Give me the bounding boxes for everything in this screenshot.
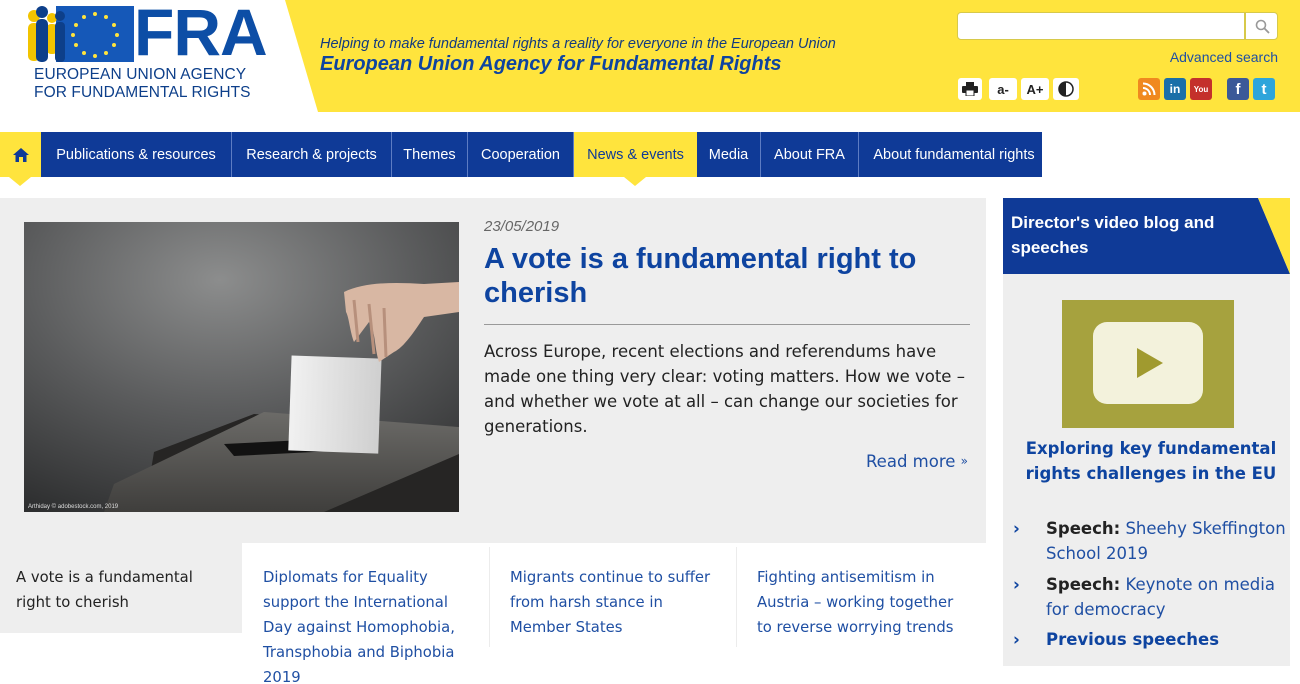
speech-prefix: Speech: xyxy=(1046,519,1121,538)
contrast-icon xyxy=(1058,81,1074,97)
nav-publications[interactable]: Publications & resources xyxy=(41,132,232,177)
nav-home[interactable] xyxy=(0,132,41,177)
tab-divider xyxy=(489,547,490,647)
youtube-icon[interactable]: You xyxy=(1190,78,1212,100)
story-tabs: A vote is a fundamental right to cherish… xyxy=(0,543,986,684)
tab-story-4[interactable]: Fighting antisemitism in Austria – worki… xyxy=(741,543,983,684)
eu-flag-people-icon xyxy=(28,6,134,62)
nav-news-events[interactable]: News & events xyxy=(574,132,697,177)
feature-image[interactable]: Arthiday © adobestock.com, 2019 xyxy=(24,222,459,512)
tab-divider xyxy=(736,547,737,647)
story-summary: Across Europe, recent elections and refe… xyxy=(484,342,965,436)
home-pointer xyxy=(9,177,31,186)
rss-icon[interactable] xyxy=(1138,78,1160,100)
advanced-search-link[interactable]: Advanced search xyxy=(1170,49,1278,65)
facebook-icon[interactable]: f xyxy=(1227,78,1249,100)
image-credit: Arthiday © adobestock.com, 2019 xyxy=(28,504,119,510)
font-smaller-button[interactable]: a- xyxy=(989,78,1017,100)
nav-media[interactable]: Media xyxy=(697,132,761,177)
nav-cooperation[interactable]: Cooperation xyxy=(468,132,574,177)
twitter-icon[interactable]: t xyxy=(1253,78,1275,100)
nav-research[interactable]: Research & projects xyxy=(232,132,392,177)
nav-themes[interactable]: Themes xyxy=(392,132,468,177)
logo-line-1: EUROPEAN UNION AGENCY xyxy=(34,66,247,83)
chevron-right-icon: › xyxy=(1013,630,1020,649)
read-more-label: Read more xyxy=(865,452,956,471)
contrast-button[interactable] xyxy=(1053,78,1079,100)
main-navigation: Publications & resources Research & proj… xyxy=(0,132,1300,186)
chevron-right-icon: › xyxy=(1013,575,1020,594)
search-icon xyxy=(1255,19,1270,34)
linkedin-icon[interactable]: in xyxy=(1164,78,1186,100)
tab-story-1[interactable]: A vote is a fundamental right to cherish xyxy=(0,543,242,633)
story-date: 23/05/2019 xyxy=(484,218,560,235)
play-icon xyxy=(1093,322,1203,404)
print-button[interactable] xyxy=(958,78,982,100)
logo-wordmark: FRA xyxy=(134,0,268,69)
story-headline[interactable]: A vote is a fundamental right to cherish xyxy=(484,242,964,310)
nav-about-fra[interactable]: About FRA xyxy=(761,132,859,177)
nav-about-rights[interactable]: About fundamental rights xyxy=(859,132,1049,177)
logo-line-2: FOR FUNDAMENTAL RIGHTS xyxy=(34,84,251,101)
rss-glyph xyxy=(1142,82,1156,96)
video-thumbnail[interactable] xyxy=(1062,300,1234,428)
site-header: FRA EUROPEAN UNION AGENCY FOR FUNDAMENTA… xyxy=(0,0,1300,112)
previous-speeches-link[interactable]: Previous speeches xyxy=(1046,627,1286,652)
search-button[interactable] xyxy=(1245,12,1278,40)
search-input[interactable] xyxy=(957,12,1245,40)
site-tagline: Helping to make fundamental rights a rea… xyxy=(320,36,836,52)
active-pointer xyxy=(624,177,646,186)
headline-divider xyxy=(484,324,970,325)
featured-story: Arthiday © adobestock.com, 2019 23/05/20… xyxy=(0,198,986,543)
tab-story-2[interactable]: Diplomats for Equality support the Inter… xyxy=(247,543,489,684)
play-triangle xyxy=(1137,348,1163,378)
home-icon xyxy=(12,147,29,162)
sidebar-title: Director's video blog and speeches xyxy=(1011,213,1215,257)
tab-story-3[interactable]: Migrants continue to suffer from harsh s… xyxy=(494,543,736,684)
agency-name: European Union Agency for Fundamental Ri… xyxy=(320,53,782,75)
ballot-box-photo xyxy=(24,222,459,512)
video-caption-link[interactable]: Exploring key fundamental rights challen… xyxy=(1011,436,1291,486)
speech-prefix: Speech: xyxy=(1046,575,1121,594)
print-icon xyxy=(962,82,978,96)
font-larger-button[interactable]: A+ xyxy=(1021,78,1049,100)
director-sidebar: Director's video blog and speeches Explo… xyxy=(1003,198,1290,666)
read-more-link[interactable]: Read more » xyxy=(866,452,968,471)
chevron-right-icon: » xyxy=(960,454,968,468)
chevron-right-icon: › xyxy=(1013,519,1020,538)
fra-logo[interactable]: FRA EUROPEAN UNION AGENCY FOR FUNDAMENTA… xyxy=(16,0,268,106)
